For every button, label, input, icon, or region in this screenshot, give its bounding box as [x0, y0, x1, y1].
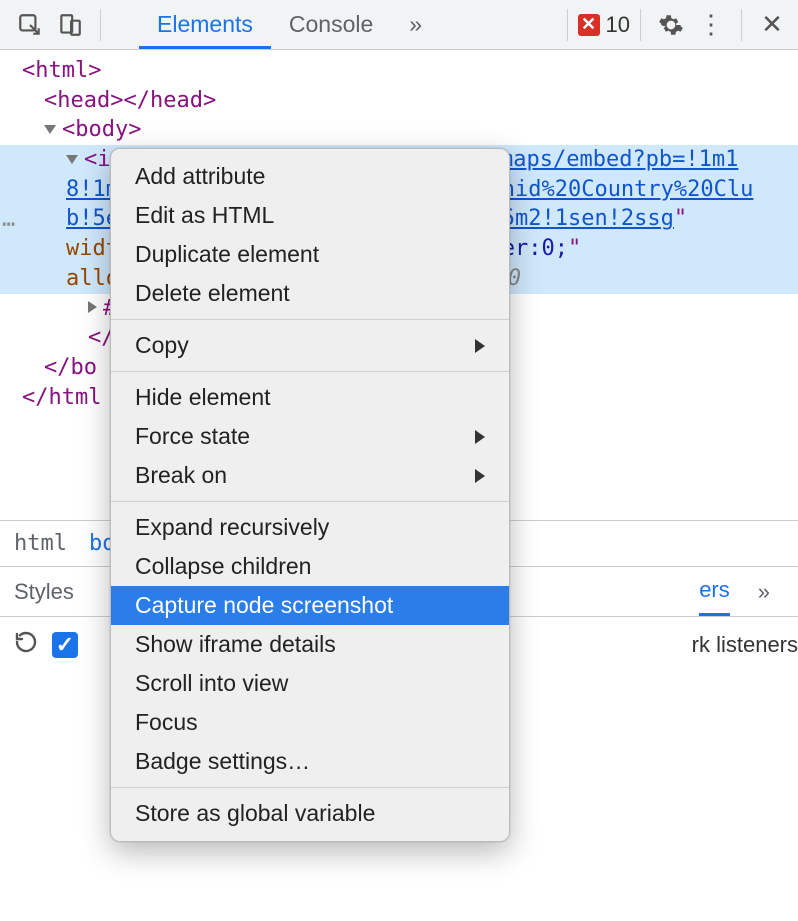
error-badge-icon: ✕	[578, 14, 600, 36]
caret-closed-icon[interactable]	[88, 301, 97, 313]
tab-overflow-side[interactable]: »	[758, 567, 770, 616]
menu-badge-settings[interactable]: Badge settings…	[111, 742, 509, 781]
menu-copy[interactable]: Copy	[111, 326, 509, 365]
submenu-arrow-icon	[475, 469, 485, 483]
menu-capture-node-screenshot[interactable]: Capture node screenshot	[111, 586, 509, 625]
tab-console[interactable]: Console	[271, 0, 391, 49]
menu-separator	[111, 371, 509, 372]
settings-icon[interactable]	[651, 5, 691, 45]
menu-separator	[111, 319, 509, 320]
menu-duplicate-element[interactable]: Duplicate element	[111, 235, 509, 274]
close-icon[interactable]: ✕	[752, 5, 792, 45]
devtools-toolbar: Elements Console » ✕ 10 ⋮ ✕	[0, 0, 798, 50]
menu-edit-as-html[interactable]: Edit as HTML	[111, 196, 509, 235]
kebab-menu-icon[interactable]: ⋮	[691, 5, 731, 45]
menu-break-on[interactable]: Break on	[111, 456, 509, 495]
menu-delete-element[interactable]: Delete element	[111, 274, 509, 313]
tree-node-html[interactable]: <<html>html>	[0, 56, 798, 86]
menu-separator	[111, 787, 509, 788]
gutter-ellipsis-icon: ⋯	[2, 210, 17, 240]
menu-separator	[111, 501, 509, 502]
caret-open-icon[interactable]	[44, 125, 56, 134]
menu-scroll-into-view[interactable]: Scroll into view	[111, 664, 509, 703]
context-menu: Add attribute Edit as HTML Duplicate ele…	[110, 148, 510, 842]
refresh-icon[interactable]	[14, 630, 38, 660]
menu-hide-element[interactable]: Hide element	[111, 378, 509, 417]
menu-expand-recursively[interactable]: Expand recursively	[111, 508, 509, 547]
chevron-double-right-icon: »	[409, 11, 422, 38]
tree-node-body[interactable]: <body>	[0, 115, 798, 145]
ancestors-checkbox[interactable]: ✓	[52, 632, 78, 658]
caret-open-icon[interactable]	[66, 155, 78, 164]
tab-event-listeners[interactable]: ers	[699, 567, 730, 616]
submenu-arrow-icon	[475, 339, 485, 353]
main-tabs: Elements Console »	[139, 0, 440, 49]
menu-store-as-global[interactable]: Store as global variable	[111, 794, 509, 833]
crumb-html[interactable]: html	[14, 531, 67, 556]
inspect-icon[interactable]	[10, 5, 50, 45]
menu-add-attribute[interactable]: Add attribute	[111, 157, 509, 196]
menu-focus[interactable]: Focus	[111, 703, 509, 742]
error-counter[interactable]: ✕ 10	[578, 12, 630, 38]
menu-force-state[interactable]: Force state	[111, 417, 509, 456]
error-count: 10	[606, 12, 630, 38]
menu-collapse-children[interactable]: Collapse children	[111, 547, 509, 586]
submenu-arrow-icon	[475, 430, 485, 444]
framework-listeners-label: rk listeners	[692, 632, 798, 658]
tab-styles[interactable]: Styles	[14, 567, 74, 616]
menu-show-iframe-details[interactable]: Show iframe details	[111, 625, 509, 664]
tab-overflow[interactable]: »	[391, 0, 440, 49]
tree-node-head[interactable]: <head></head>	[0, 86, 798, 116]
device-toggle-icon[interactable]	[50, 5, 90, 45]
tab-elements[interactable]: Elements	[139, 0, 271, 49]
